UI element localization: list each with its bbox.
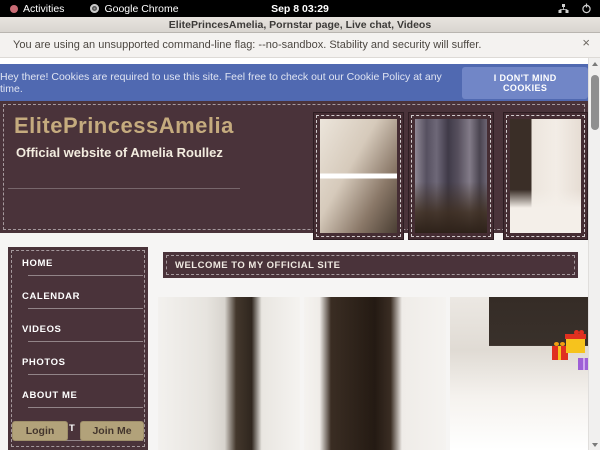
chrome-infobar: You are using an unsupported command-lin… bbox=[0, 33, 600, 58]
vertical-scrollbar[interactable] bbox=[588, 58, 600, 450]
scroll-down-icon[interactable] bbox=[589, 439, 600, 450]
sidebar-item-photos[interactable]: PHOTOS bbox=[8, 346, 148, 379]
login-button[interactable]: Login bbox=[12, 421, 68, 441]
sidebar-item-label: VIDEOS bbox=[22, 324, 62, 335]
down-arrow-icon bbox=[592, 443, 598, 447]
infobar-close-icon[interactable]: × bbox=[582, 36, 590, 49]
header-photo-1-image bbox=[320, 119, 397, 233]
sidebar-nav: HOME CALENDAR VIDEOS PHOTOS ABOUT ME WIS… bbox=[8, 247, 148, 450]
sidebar-item-label: ABOUT ME bbox=[22, 390, 77, 401]
screen: Activities Google Chrome Sep 8 03:29 Eli… bbox=[0, 0, 600, 450]
scrollbar-thumb[interactable] bbox=[591, 75, 599, 130]
welcome-banner: WELCOME TO MY OFFICIAL SITE bbox=[163, 252, 578, 278]
sidebar-item-videos[interactable]: VIDEOS bbox=[8, 313, 148, 346]
site-header: ElitePrincessAmelia Official website of … bbox=[0, 101, 588, 233]
window-title: ElitePrincesAmelia, Pornstar page, Live … bbox=[169, 19, 431, 31]
sidebar-item-about-me[interactable]: ABOUT ME bbox=[8, 379, 148, 412]
site-title: ElitePrincessAmelia bbox=[14, 113, 234, 139]
gift-widget-icon[interactable] bbox=[552, 334, 588, 380]
purple-gift-icon bbox=[578, 358, 588, 370]
power-icon[interactable] bbox=[581, 3, 592, 14]
clock[interactable]: Sep 8 03:29 bbox=[0, 3, 600, 15]
window-title-bar: ElitePrincesAmelia, Pornstar page, Live … bbox=[0, 17, 600, 33]
system-tray bbox=[558, 0, 592, 17]
welcome-heading: WELCOME TO MY OFFICIAL SITE bbox=[175, 260, 341, 271]
nav-separator bbox=[28, 341, 143, 342]
infobar-message: You are using an unsupported command-lin… bbox=[13, 39, 481, 51]
site-subtitle: Official website of Amelia Roullez bbox=[16, 145, 223, 160]
sidebar-item-calendar[interactable]: CALENDAR bbox=[8, 280, 148, 313]
gallery-photo-1[interactable] bbox=[158, 297, 300, 450]
network-icon[interactable] bbox=[558, 3, 569, 14]
sidebar-item-label: HOME bbox=[22, 258, 53, 269]
sidebar-buttons: Login Join Me bbox=[8, 421, 148, 441]
accept-cookies-button[interactable]: I DON'T MIND COOKIES bbox=[462, 67, 588, 99]
up-arrow-icon bbox=[592, 62, 598, 66]
sidebar-item-label: CALENDAR bbox=[22, 291, 80, 302]
sidebar-item-label: PHOTOS bbox=[22, 357, 66, 368]
browser-viewport: Hey there! Cookies are required to use t… bbox=[0, 58, 600, 450]
header-photo-1[interactable] bbox=[313, 112, 404, 240]
nav-separator bbox=[28, 275, 143, 276]
gnome-top-bar: Activities Google Chrome Sep 8 03:29 bbox=[0, 0, 600, 17]
nav-separator bbox=[28, 407, 143, 408]
cookie-message: Hey there! Cookies are required to use t… bbox=[0, 71, 448, 95]
header-photo-2[interactable] bbox=[408, 112, 494, 240]
yellow-gift-icon bbox=[566, 338, 585, 353]
scroll-up-icon[interactable] bbox=[589, 58, 600, 69]
gallery-photo-2[interactable] bbox=[304, 297, 446, 450]
cookie-banner: Hey there! Cookies are required to use t… bbox=[0, 64, 588, 101]
web-page: Hey there! Cookies are required to use t… bbox=[0, 58, 588, 450]
nav-separator bbox=[28, 308, 143, 309]
nav-separator bbox=[28, 374, 143, 375]
join-button[interactable]: Join Me bbox=[80, 421, 144, 441]
header-photo-2-image bbox=[415, 119, 487, 233]
header-divider bbox=[8, 188, 240, 189]
sidebar-item-home[interactable]: HOME bbox=[8, 247, 148, 280]
header-photo-3[interactable] bbox=[503, 112, 588, 240]
header-photo-3-image bbox=[510, 119, 581, 233]
